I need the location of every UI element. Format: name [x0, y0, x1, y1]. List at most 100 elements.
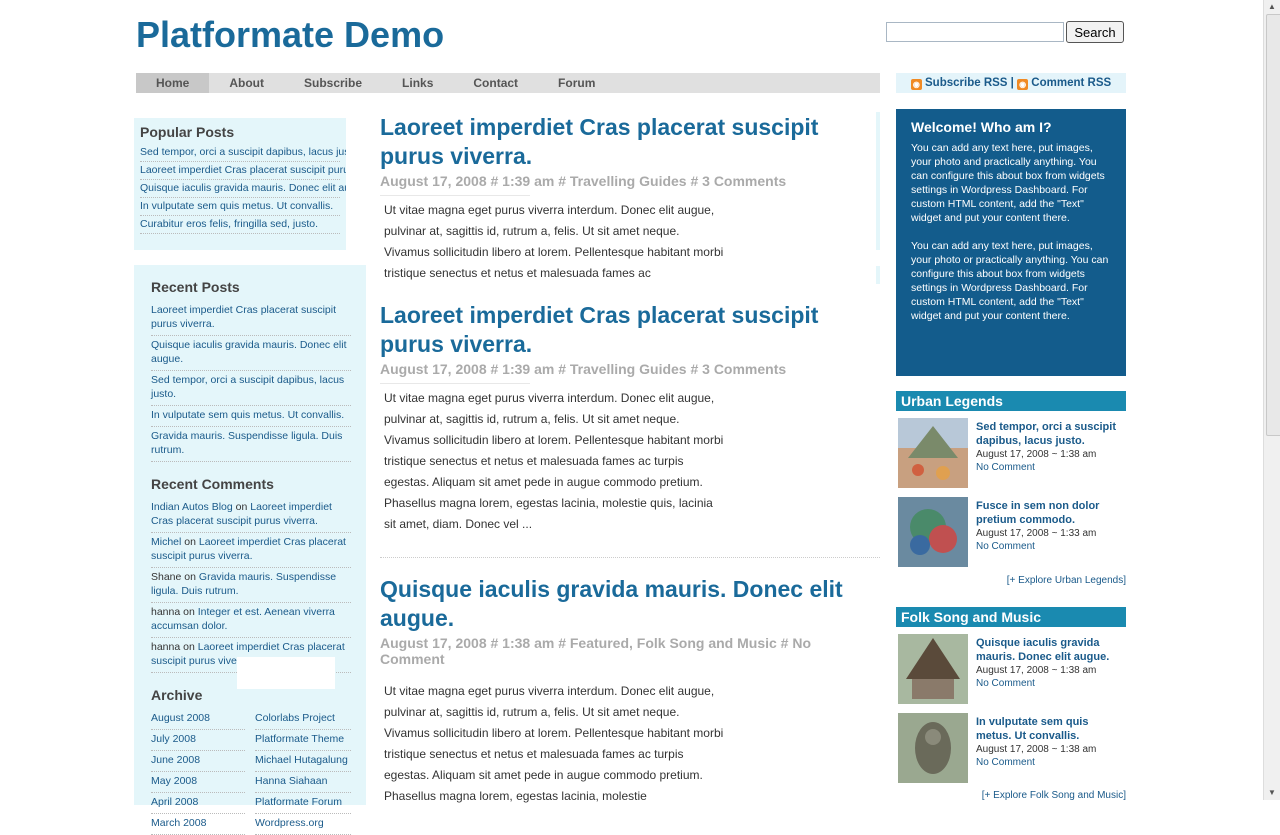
search-button[interactable]: Search [1066, 21, 1124, 43]
scroll-thumb[interactable] [1266, 14, 1280, 436]
post-thumbnail[interactable] [898, 497, 968, 567]
nav-subscribe[interactable]: Subscribe [284, 73, 382, 93]
popular-post-link[interactable]: Curabitur eros felis, fringilla sed, jus… [140, 216, 340, 234]
urban-post-comments[interactable]: No Comment [976, 540, 1126, 553]
explore-urban-link[interactable]: [+ Explore Urban Legends] [896, 575, 1126, 586]
comment-author: hanna [151, 641, 181, 653]
comment-on-text: on [235, 501, 248, 513]
nav-links[interactable]: Links [382, 73, 453, 93]
blogroll-link[interactable]: Michael Hutagalung [255, 751, 351, 772]
recent-post-link[interactable]: Quisque iaculis gravida mauris. Donec el… [151, 336, 351, 371]
post-meta: August 17, 2008 # 1:39 am # Travelling G… [380, 361, 787, 377]
popular-post-link[interactable]: In vulputate sem quis metus. Ut convalli… [140, 198, 340, 216]
subscribe-rss-link[interactable]: Subscribe RSS [925, 77, 1007, 89]
post-excerpt: Ut vitae magna eget purus viverra interd… [384, 203, 724, 280]
site-title[interactable]: Platformate Demo [136, 14, 444, 56]
blogroll-link[interactable]: Platformate Forum [255, 793, 351, 814]
search-input[interactable] [886, 22, 1064, 42]
nav-about[interactable]: About [209, 73, 284, 93]
vertical-scrollbar[interactable]: ▲ ▼ [1263, 0, 1280, 800]
post-accent-bar [876, 112, 880, 250]
comment-on-text: on [183, 606, 195, 618]
folk-post-title[interactable]: Quisque iaculis gravida mauris. Donec el… [976, 636, 1126, 664]
recent-post-link[interactable]: Laoreet imperdiet Cras placerat suscipit… [151, 301, 351, 336]
popular-posts-heading: Popular Posts [140, 124, 235, 140]
folk-post-date: August 17, 2008 ~ 1:38 am [976, 744, 1097, 755]
post-thumbnail[interactable] [898, 713, 968, 783]
rss-icon: ◉ [1017, 79, 1029, 90]
blogroll-link[interactable]: Colorlabs Project [255, 709, 351, 730]
recent-post-link[interactable]: Sed tempor, orci a suscipit dapibus, lac… [151, 371, 351, 406]
recent-posts-heading: Recent Posts [151, 279, 240, 295]
meta-divider [380, 383, 530, 384]
post-meta: August 17, 2008 # 1:39 am # Travelling G… [380, 173, 787, 189]
folk-post-date: August 17, 2008 ~ 1:38 am [976, 665, 1097, 676]
blogroll-link[interactable]: Platformate Theme [255, 730, 351, 751]
nav-contact[interactable]: Contact [453, 73, 538, 93]
post-title[interactable]: Quisque iaculis gravida mauris. Donec el… [380, 575, 870, 633]
recent-comment-item: hanna on Integer et est. Aenean viverra … [151, 603, 351, 638]
comment-author: hanna [151, 606, 181, 618]
comment-post-link[interactable]: Laoreet imperdiet Cras placerat suscipit… [151, 536, 346, 562]
urban-post-comments[interactable]: No Comment [976, 461, 1126, 474]
post-thumbnail[interactable] [898, 418, 968, 488]
popular-posts-widget: Popular Posts Sed tempor, orci a suscipi… [134, 118, 346, 250]
welcome-heading: Welcome! Who am I? [911, 119, 1052, 135]
urban-post-date: August 17, 2008 ~ 1:33 am [976, 528, 1097, 539]
folk-post-comments[interactable]: No Comment [976, 756, 1126, 769]
blogroll-link[interactable]: Wordpress.org [255, 814, 351, 835]
welcome-text: You can add any text here, put images, y… [911, 240, 1109, 322]
comment-on-text: on [184, 536, 196, 548]
archive-month-link[interactable]: August 2008 [151, 709, 246, 730]
folk-post-title[interactable]: In vulputate sem quis metus. Ut convalli… [976, 715, 1126, 743]
blogroll-link[interactable]: Hanna Siahaan [255, 772, 351, 793]
post-separator [380, 557, 880, 558]
post-meta: August 17, 2008 # 1:38 am # Featured, Fo… [380, 635, 812, 667]
recent-post-link[interactable]: Gravida mauris. Suspendisse ligula. Duis… [151, 427, 351, 462]
recent-post-link[interactable]: In vulputate sem quis metus. Ut convalli… [151, 406, 351, 427]
post-item: Laoreet imperdiet Cras placerat suscipit… [380, 301, 870, 535]
urban-post-title[interactable]: Sed tempor, orci a suscipit dapibus, lac… [976, 420, 1126, 448]
archive-month-link[interactable]: June 2008 [151, 751, 246, 772]
comment-author-link[interactable]: Indian Autos Blog [151, 501, 233, 513]
popular-post-link[interactable]: Laoreet imperdiet Cras placerat suscipit… [140, 162, 346, 180]
scroll-up-icon[interactable]: ▲ [1264, 0, 1280, 14]
scroll-down-icon[interactable]: ▼ [1264, 786, 1280, 800]
archive-month-link[interactable]: March 2008 [151, 814, 246, 835]
folk-post-comments[interactable]: No Comment [976, 677, 1126, 690]
welcome-text: You can add any text here, put images, y… [911, 142, 1105, 224]
post-excerpt: Ut vitae magna eget purus viverra interd… [384, 391, 724, 531]
archive-heading: Archive [151, 687, 203, 703]
comment-on-text: on [184, 571, 196, 583]
nav-forum[interactable]: Forum [538, 73, 615, 93]
meta-divider [380, 195, 530, 196]
main-nav: Home About Subscribe Links Contact Forum [136, 73, 880, 93]
recent-comment-item: Indian Autos Blog on Laoreet imperdiet C… [151, 498, 351, 533]
explore-folk-link[interactable]: [+ Explore Folk Song and Music] [896, 790, 1126, 801]
recent-comments-heading: Recent Comments [151, 476, 274, 492]
left-sidebar: Recent Posts Laoreet imperdiet Cras plac… [151, 275, 351, 835]
post-item: Laoreet imperdiet Cras placerat suscipit… [380, 113, 870, 285]
urban-legends-heading: Urban Legends [896, 391, 1126, 411]
recent-comment-item: Michel on Laoreet imperdiet Cras placera… [151, 533, 351, 568]
archive-grid: August 2008 July 2008 June 2008 May 2008… [151, 709, 351, 835]
popular-post-link[interactable]: Quisque iaculis gravida mauris. Donec el… [140, 180, 346, 198]
rss-bar: ◉ Subscribe RSS | ◉ Comment RSS [896, 73, 1126, 93]
post-thumbnail[interactable] [898, 634, 968, 704]
rss-icon: ◉ [910, 79, 922, 90]
nav-home[interactable]: Home [136, 73, 210, 93]
post-title[interactable]: Laoreet imperdiet Cras placerat suscipit… [380, 113, 870, 171]
post-accent-bar [876, 266, 880, 284]
comment-rss-link[interactable]: Comment RSS [1031, 77, 1111, 89]
archive-month-link[interactable]: April 2008 [151, 793, 246, 814]
popular-post-link[interactable]: Sed tempor, orci a suscipit dapibus, lac… [140, 144, 346, 162]
archive-month-link[interactable]: July 2008 [151, 730, 246, 751]
urban-post-date: August 17, 2008 ~ 1:38 am [976, 449, 1097, 460]
folk-music-heading: Folk Song and Music [896, 607, 1126, 627]
archive-month-link[interactable]: May 2008 [151, 772, 246, 793]
archive-blank-box [237, 657, 335, 689]
urban-post-title[interactable]: Fusce in sem non dolor pretium commodo. [976, 499, 1126, 527]
post-excerpt: Ut vitae magna eget purus viverra interd… [384, 684, 724, 803]
post-title[interactable]: Laoreet imperdiet Cras placerat suscipit… [380, 301, 870, 359]
welcome-box: Welcome! Who am I? You can add any text … [896, 109, 1126, 376]
